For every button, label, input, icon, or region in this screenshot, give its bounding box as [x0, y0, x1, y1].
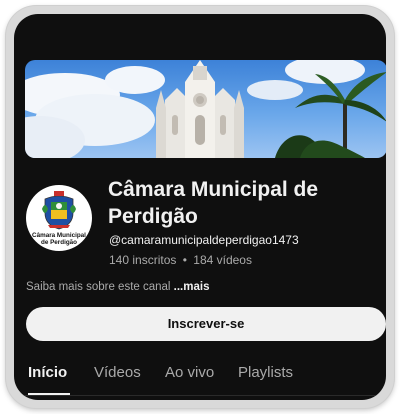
tabs-divider: [14, 395, 386, 396]
coat-of-arms-icon: [42, 191, 76, 230]
subscribe-button[interactable]: Inscrever-se: [26, 307, 386, 341]
channel-banner: [25, 60, 386, 158]
tab-playlists[interactable]: Playlists: [238, 364, 293, 382]
channel-title: Câmara Municipal de Perdigão: [108, 178, 319, 228]
church-banner-image: [25, 60, 386, 158]
channel-avatar[interactable]: Câmara Municipal de Perdigão: [26, 185, 92, 251]
channel-page: Câmara Municipal de Perdigão Câmara Muni…: [14, 14, 386, 400]
video-count: 184 vídeos: [193, 253, 252, 267]
about-text: Saiba mais sobre este canal: [26, 281, 174, 293]
stats-separator: •: [182, 253, 187, 267]
tab-videos[interactable]: Vídeos: [94, 364, 141, 382]
channel-stats: 140 inscritos • 184 vídeos: [109, 253, 252, 268]
phone-frame: Câmara Municipal de Perdigão Câmara Muni…: [6, 6, 394, 408]
avatar-caption: Câmara Municipal de Perdigão: [32, 232, 86, 246]
tab-inicio[interactable]: Início: [28, 364, 67, 382]
tab-ao-vivo[interactable]: Ao vivo: [165, 364, 214, 382]
about-more-link[interactable]: ...mais: [174, 281, 210, 293]
subscriber-count: 140 inscritos: [109, 253, 177, 267]
channel-handle: @camaramunicipaldeperdigao1473: [109, 233, 299, 247]
channel-about-link[interactable]: Saiba mais sobre este canal ...mais: [26, 280, 209, 294]
channel-tabs: Início Vídeos Ao vivo Playlists: [14, 356, 386, 400]
